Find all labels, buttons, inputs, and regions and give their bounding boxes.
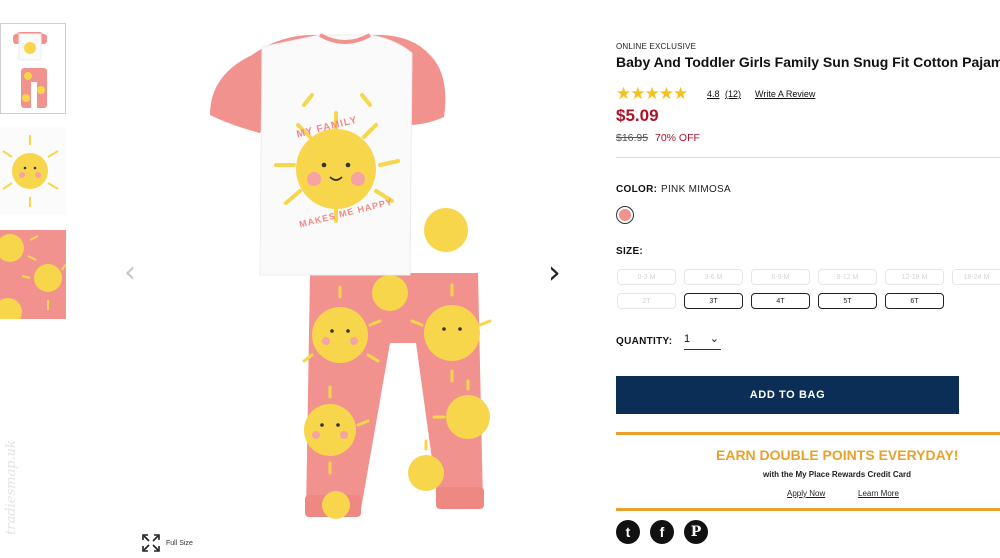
size-button-6-9m[interactable]: 6-9 M — [751, 269, 810, 285]
swatch-fill — [619, 209, 631, 221]
size-button-4t[interactable]: 4T — [751, 293, 810, 309]
size-button-18-24m[interactable]: 18-24 M — [952, 269, 1000, 285]
size-button-3-6m[interactable]: 3-6 M — [684, 269, 743, 285]
size-button-9-12m[interactable]: 9-12 M — [818, 269, 877, 285]
facebook-icon[interactable]: f — [650, 520, 674, 544]
sale-price: $5.09 — [616, 106, 659, 125]
color-value: PINK MIMOSA — [661, 184, 731, 195]
rating-stars: ★★★★★ — [616, 84, 688, 104]
thumbnail-1[interactable] — [0, 23, 66, 114]
apply-now-link[interactable]: Apply Now — [787, 489, 825, 498]
color-label: COLOR: — [616, 184, 658, 195]
product-main-image: MY FAMILY MAKES ME HAPPY — [200, 25, 500, 525]
promo-subtitle: with the My Place Rewards Credit Card — [763, 470, 912, 479]
twitter-icon[interactable]: t — [616, 520, 640, 544]
pinterest-icon[interactable]: P — [684, 520, 708, 544]
quantity-select[interactable]: 1 ⌄ — [684, 332, 721, 350]
chevron-left-icon[interactable]: ‹ — [124, 258, 136, 288]
quantity-label: QUANTITY: — [616, 336, 673, 347]
color-swatch-pink-mimosa[interactable] — [616, 206, 634, 224]
size-button-6t[interactable]: 6T — [885, 293, 944, 309]
rating-value[interactable]: 4.8 — [707, 89, 720, 99]
size-button-5t[interactable]: 5T — [818, 293, 877, 309]
original-price: $16.95 — [616, 132, 649, 144]
write-review-link[interactable]: Write A Review — [755, 89, 815, 99]
quantity-value: 1 — [684, 333, 691, 345]
online-exclusive-label: ONLINE EXCLUSIVE — [616, 42, 697, 51]
watermark: tradiesmap.uk — [3, 440, 19, 535]
size-button-3t[interactable]: 3T — [684, 293, 743, 309]
size-button-2t[interactable]: 2T — [617, 293, 676, 309]
learn-more-link[interactable]: Learn More — [858, 489, 899, 498]
thumbnail-3[interactable] — [0, 230, 66, 319]
size-label: SIZE: — [616, 246, 644, 257]
promo-title: EARN DOUBLE POINTS EVERYDAY! — [716, 447, 959, 463]
thumbnail-2[interactable] — [0, 127, 66, 215]
promo-top-border — [616, 432, 1000, 435]
chevron-down-icon: ⌄ — [709, 332, 719, 345]
review-count[interactable]: (12) — [725, 89, 741, 99]
full-size-link[interactable]: Full Size — [166, 540, 193, 547]
promo-bottom-border — [616, 508, 1000, 511]
expand-icon[interactable] — [141, 533, 161, 553]
divider — [616, 157, 1000, 158]
size-button-12-18m[interactable]: 12-18 M — [885, 269, 944, 285]
add-to-bag-button[interactable]: ADD TO BAG — [616, 376, 959, 414]
chevron-right-icon[interactable]: › — [548, 256, 561, 288]
star-rating-icon: ★★★★★ — [616, 84, 688, 104]
discount-label: 70% OFF — [655, 132, 700, 144]
size-button-0-3m[interactable]: 0-3 M — [617, 269, 676, 285]
product-title: Baby And Toddler Girls Family Sun Snug F… — [616, 54, 1000, 70]
